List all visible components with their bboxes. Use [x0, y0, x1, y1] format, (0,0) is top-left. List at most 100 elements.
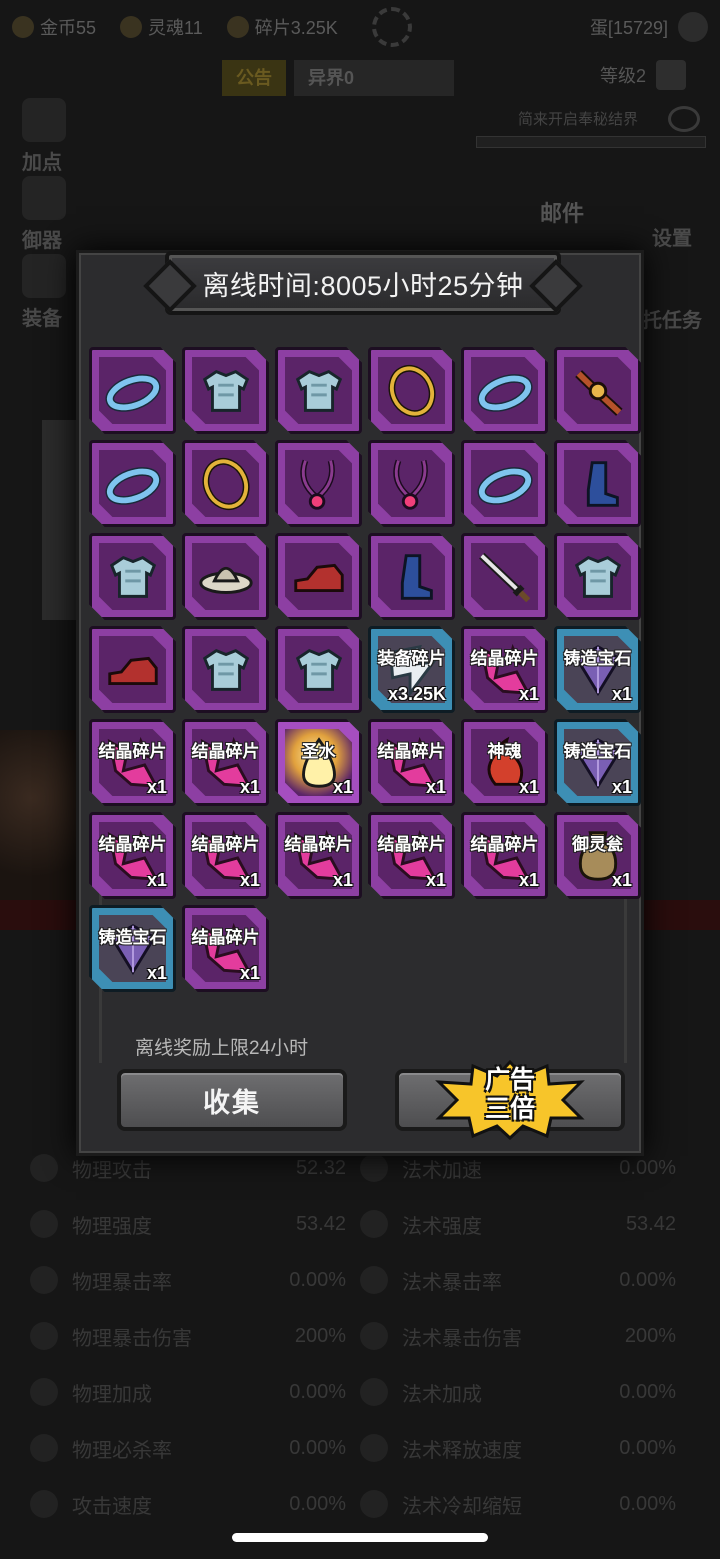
stat-icon — [30, 1266, 58, 1294]
reward-item-slot[interactable] — [554, 533, 641, 620]
item-count: x1 — [332, 777, 353, 797]
item-name: 结晶碎片 — [98, 835, 167, 854]
reward-item-slot[interactable] — [89, 347, 176, 434]
stat-cell: 法术暴击率 0.00% — [360, 1266, 690, 1295]
stat-value: 0.00% — [289, 1436, 346, 1459]
hat-icon — [185, 536, 266, 617]
stat-row: 物理必杀率 0.00% 法术释放速度 0.00% — [30, 1420, 690, 1476]
reward-item-slot[interactable]: 结晶碎片 x1 — [368, 812, 455, 899]
reward-limit-text: 离线奖励上限24小时 — [135, 1038, 309, 1059]
menu-equipment: 装备 — [22, 254, 66, 331]
stat-cell: 物理加成 0.00% — [30, 1378, 360, 1407]
stat-value: 200% — [624, 1324, 676, 1347]
reward-item-slot[interactable] — [368, 533, 455, 620]
item-count: x1 — [146, 777, 167, 797]
reward-item-slot[interactable] — [89, 626, 176, 713]
reward-item-slot[interactable]: 结晶碎片 x1 — [461, 626, 548, 713]
item-name: 结晶碎片 — [470, 649, 539, 668]
reward-item-slot[interactable] — [182, 533, 269, 620]
bracelet-icon — [92, 350, 173, 431]
armor-icon — [185, 350, 266, 431]
item-count: x1 — [239, 870, 260, 890]
boot-icon — [371, 536, 452, 617]
item-name: 神魂 — [487, 742, 522, 761]
reward-item-slot[interactable]: 铸造宝石 x1 — [554, 626, 641, 713]
reward-item-slot[interactable]: 结晶碎片 x1 — [89, 719, 176, 806]
reward-item-slot[interactable] — [182, 440, 269, 527]
stat-cell: 法术释放速度 0.00% — [360, 1434, 690, 1463]
stat-icon — [30, 1490, 58, 1518]
item-count: x1 — [611, 684, 632, 704]
stat-name: 物理必杀率 — [72, 1439, 172, 1462]
dialog-title: 离线时间:8005小时25分钟 — [202, 270, 524, 301]
reward-item-slot[interactable] — [461, 533, 548, 620]
belt-icon — [557, 350, 638, 431]
reward-item-slot[interactable] — [554, 347, 641, 434]
reward-item-slot[interactable]: 结晶碎片 x1 — [275, 812, 362, 899]
reward-item-slot[interactable]: 结晶碎片 x1 — [182, 812, 269, 899]
reward-item-slot[interactable] — [275, 440, 362, 527]
reward-item-slot[interactable]: 结晶碎片 x1 — [368, 719, 455, 806]
stat-name: 法术加成 — [402, 1383, 482, 1406]
item-name: 结晶碎片 — [191, 835, 260, 854]
reward-item-slot[interactable]: 装备碎片 x3.25K — [368, 626, 455, 713]
ad-triple-button[interactable]: 广告 三倍 — [395, 1060, 625, 1140]
stat-row: 攻击速度 0.00% 法术冷却缩短 0.00% — [30, 1476, 690, 1532]
reward-item-slot[interactable] — [89, 440, 176, 527]
stat-row: 物理加成 0.00% 法术加成 0.00% — [30, 1364, 690, 1420]
bracelet-icon — [92, 443, 173, 524]
stat-name: 物理加成 — [72, 1383, 152, 1406]
soul-icon — [120, 16, 143, 38]
reward-grid: 装备碎片 x3.25K 结晶碎片 x1 铸造宝石 x1 结晶碎片 x1 结晶碎片 x1 圣水 x1 结晶… — [89, 347, 649, 992]
reward-item-slot[interactable]: 结晶碎片 x1 — [182, 719, 269, 806]
stat-value: 0.00% — [289, 1380, 346, 1403]
item-count: x1 — [239, 963, 260, 983]
stat-row: 物理强度 53.42 法术强度 53.42 — [30, 1196, 690, 1252]
item-count: x1 — [332, 870, 353, 890]
reward-item-slot[interactable] — [368, 347, 455, 434]
reward-item-slot[interactable]: 铸造宝石 x1 — [554, 719, 641, 806]
reward-item-slot[interactable] — [275, 626, 362, 713]
stat-value: 52.32 — [295, 1156, 346, 1179]
item-count: x1 — [425, 777, 446, 797]
stat-cell: 物理必杀率 0.00% — [30, 1434, 360, 1463]
item-count: x1 — [239, 777, 260, 797]
reward-item-slot[interactable]: 御灵瓮 x1 — [554, 812, 641, 899]
reward-item-slot[interactable] — [461, 347, 548, 434]
item-name: 结晶碎片 — [98, 742, 167, 761]
reward-item-slot[interactable]: 结晶碎片 x1 — [182, 905, 269, 992]
reward-item-slot[interactable] — [89, 533, 176, 620]
reward-item-slot[interactable] — [461, 440, 548, 527]
stat-value: 0.00% — [289, 1268, 346, 1291]
collect-label: 收集 — [203, 1087, 261, 1118]
reward-item-slot[interactable] — [275, 347, 362, 434]
collect-button[interactable]: 收集 — [117, 1069, 347, 1131]
reward-item-slot[interactable] — [368, 440, 455, 527]
stat-name: 法术暴击伤害 — [402, 1327, 522, 1350]
reward-item-slot[interactable]: 圣水 x1 — [275, 719, 362, 806]
reward-item-slot[interactable]: 铸造宝石 x1 — [89, 905, 176, 992]
stat-value: 53.42 — [295, 1212, 346, 1235]
reward-item-slot[interactable] — [182, 347, 269, 434]
item-name: 结晶碎片 — [377, 835, 446, 854]
ad-label: 广告 三倍 — [484, 1066, 535, 1123]
mail-button: 邮件 — [540, 201, 585, 226]
reward-item-slot[interactable]: 结晶碎片 x1 — [461, 812, 548, 899]
reward-item-slot[interactable] — [275, 533, 362, 620]
home-indicator[interactable] — [232, 1533, 488, 1542]
menu-add-points: 加点 — [22, 98, 66, 175]
reward-item-slot[interactable] — [182, 626, 269, 713]
tab-other-world: 异界0 — [294, 60, 454, 96]
stat-cell: 攻击速度 0.00% — [30, 1490, 360, 1519]
level-indicator: 等级2 — [600, 60, 687, 90]
stat-icon — [360, 1378, 388, 1406]
leaf-icon — [678, 12, 708, 42]
red-shoe-icon — [278, 536, 359, 617]
reward-item-slot[interactable]: 结晶碎片 x1 — [89, 812, 176, 899]
item-count: x1 — [611, 777, 632, 797]
item-count: x1 — [146, 870, 167, 890]
item-count: x1 — [146, 963, 167, 983]
reward-item-slot[interactable]: 神魂 x1 — [461, 719, 548, 806]
reward-item-slot[interactable] — [554, 440, 641, 527]
bracelet-icon — [464, 350, 545, 431]
